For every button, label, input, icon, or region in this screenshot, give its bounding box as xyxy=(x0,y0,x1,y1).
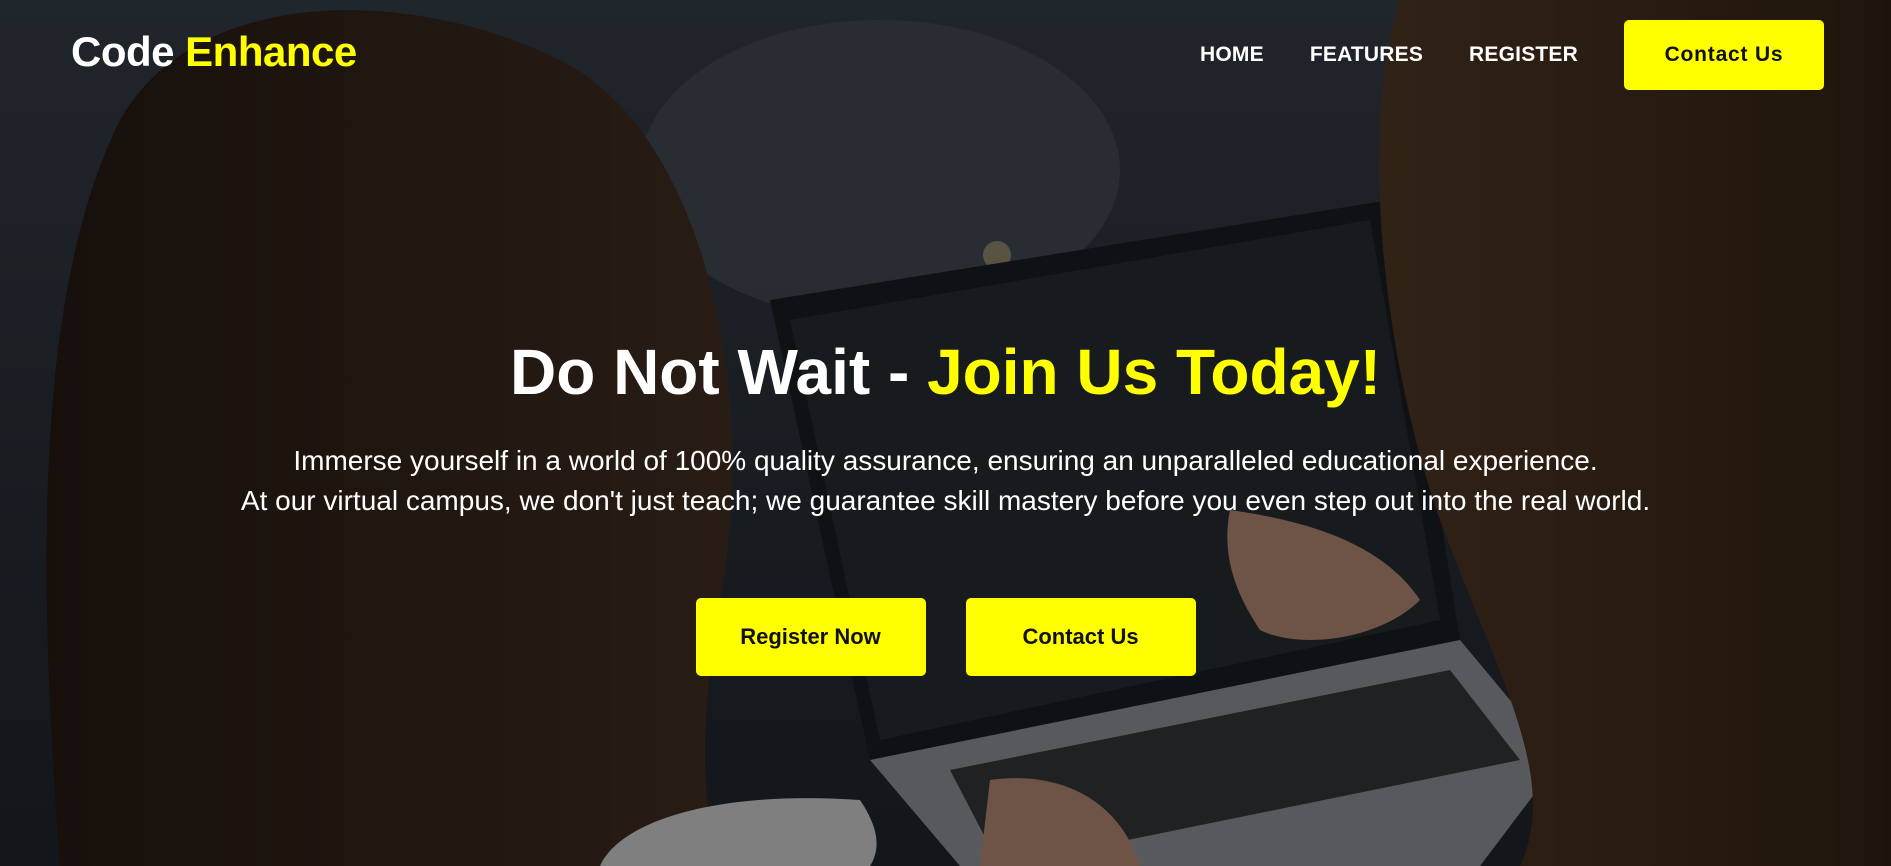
hero-headline: Do Not Wait - Join Us Today! xyxy=(0,335,1891,409)
hero-subtext-line1: Immerse yourself in a world of 100% qual… xyxy=(293,445,1598,476)
hero-subtext-line2: At our virtual campus, we don't just tea… xyxy=(240,485,1651,516)
headline-part2: Join Us Today! xyxy=(927,336,1382,408)
headline-part1: Do Not Wait - xyxy=(509,336,910,408)
hero-subtext: Immerse yourself in a world of 100% qual… xyxy=(0,441,1891,521)
brand-name-part2: Enhance xyxy=(185,28,357,75)
nav-link-home[interactable]: HOME xyxy=(1200,43,1264,67)
nav-link-register[interactable]: REGISTER xyxy=(1469,43,1578,67)
register-now-button[interactable]: Register Now xyxy=(695,598,926,676)
contact-us-nav-button[interactable]: Contact Us xyxy=(1624,20,1824,90)
hero-cta-row: Register Now Contact Us xyxy=(0,598,1891,676)
dark-overlay xyxy=(0,0,1891,866)
contact-us-button[interactable]: Contact Us xyxy=(965,598,1196,676)
hero-section: Code Enhance HOME FEATURES REGISTER Cont… xyxy=(0,0,1891,866)
nav-link-features[interactable]: FEATURES xyxy=(1310,43,1423,67)
brand-name-part1: Code xyxy=(71,28,175,75)
main-nav: HOME FEATURES REGISTER Contact Us xyxy=(1200,20,1824,90)
brand-logo[interactable]: Code Enhance xyxy=(71,28,357,76)
